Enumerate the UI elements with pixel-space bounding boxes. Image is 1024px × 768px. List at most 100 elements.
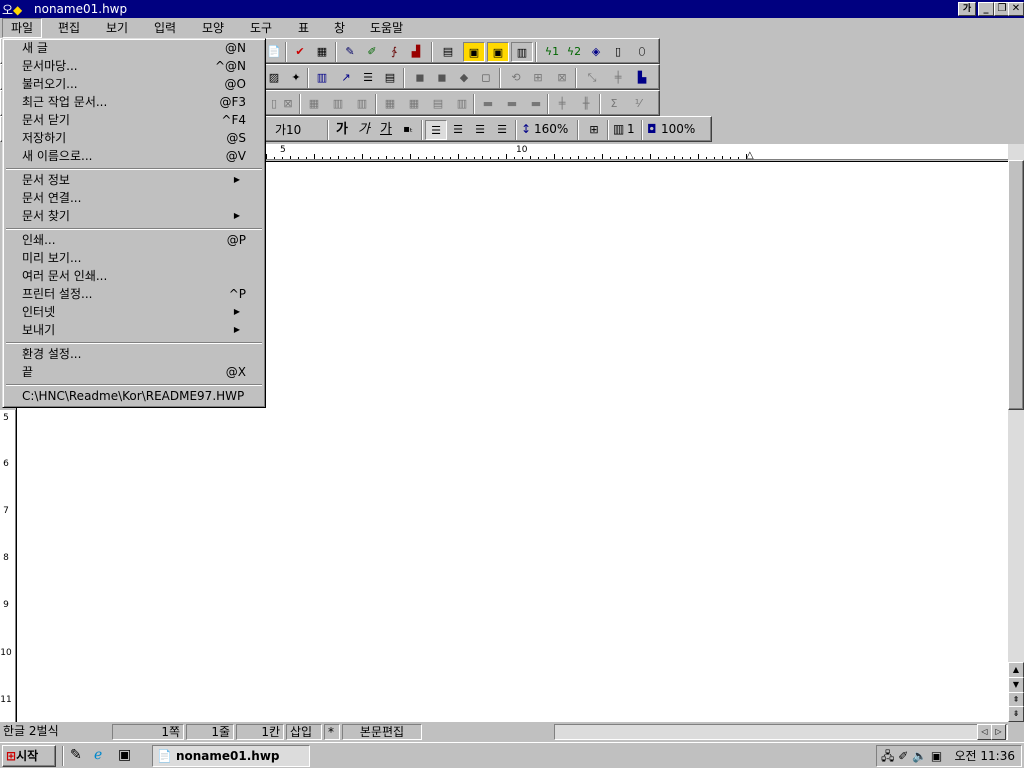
menu-item-new[interactable]: 새 글 @N bbox=[6, 39, 262, 57]
macro1-icon[interactable]: ϟ1 bbox=[541, 42, 563, 62]
ungroup-icon[interactable]: ⊠ bbox=[551, 68, 573, 88]
ime-mode[interactable]: 한글 2벌식 bbox=[0, 724, 110, 740]
row-insert-icon[interactable]: ▥ bbox=[327, 94, 349, 114]
align-left-icon[interactable]: ☰ bbox=[447, 120, 469, 140]
volume-icon[interactable]: 🔈 bbox=[912, 749, 927, 763]
menu-item-print[interactable]: 인쇄... @P bbox=[6, 231, 262, 249]
superscript-icon[interactable]: ▪ₜ bbox=[397, 120, 419, 140]
page-down-button[interactable]: ⇟ bbox=[1008, 706, 1024, 722]
spellcheck-icon[interactable]: ✔ bbox=[289, 42, 311, 62]
italic-button[interactable]: 가 bbox=[353, 120, 375, 140]
menu-item-exit[interactable]: 끝 @X bbox=[6, 363, 262, 381]
app-icon[interactable]: 오◆ bbox=[2, 1, 30, 17]
table-split-icon[interactable]: ▦ bbox=[379, 94, 401, 114]
menu-item-preview[interactable]: 미리 보기... bbox=[6, 249, 262, 267]
menu-item-recent-file[interactable]: C:\HNC\Readme\Kor\README97.HWP bbox=[6, 387, 262, 405]
table-col2-icon[interactable]: ▥ bbox=[451, 94, 473, 114]
menu-edit[interactable]: 편집 bbox=[50, 18, 88, 38]
menu-item-printer-setup[interactable]: 프린터 설정... ^P bbox=[6, 285, 262, 303]
horizontal-ruler[interactable]: 5 10 △ bbox=[266, 144, 1010, 161]
menu-item-internet[interactable]: 인터넷 ▶ bbox=[6, 303, 262, 321]
table-col-icon[interactable]: ▤ bbox=[427, 94, 449, 114]
vertical-scrollbar[interactable]: ▲ ▼ ⇞ ⇟ bbox=[1008, 144, 1024, 722]
align-justify-icon[interactable]: ☰ bbox=[425, 120, 447, 140]
menu-item-save-as[interactable]: 새 이름으로... @V bbox=[6, 147, 262, 165]
line-draw-icon[interactable]: ↗ bbox=[335, 68, 357, 88]
table-border1-icon[interactable]: ▬ bbox=[477, 94, 499, 114]
group-icon[interactable]: ⊞ bbox=[527, 68, 549, 88]
star-icon[interactable]: ✦ bbox=[285, 68, 307, 88]
line-spacing-value[interactable]: 160% bbox=[534, 122, 568, 136]
dictionary-icon[interactable]: ▦ bbox=[311, 42, 333, 62]
macro2-icon[interactable]: ϟ2 bbox=[563, 42, 585, 62]
align-icon[interactable]: ╪ bbox=[607, 68, 629, 88]
ie-icon[interactable]: ℯ bbox=[94, 747, 102, 763]
scroll-thumb[interactable] bbox=[1008, 160, 1024, 410]
outline-icon[interactable]: ▣ bbox=[487, 42, 509, 62]
edit-image-icon[interactable]: ⤡ bbox=[581, 68, 603, 88]
list-icon[interactable]: ▤ bbox=[379, 68, 401, 88]
globe-icon[interactable]: ◈ bbox=[585, 42, 607, 62]
horizontal-scrollbar[interactable]: ◁ ▷ bbox=[554, 724, 1008, 740]
underline-button[interactable]: 가 bbox=[375, 120, 397, 140]
formula-icon[interactable]: ∱ bbox=[383, 42, 405, 62]
menu-item-send[interactable]: 보내기 ▶ bbox=[6, 321, 262, 339]
view-icon[interactable]: ▥ bbox=[511, 42, 533, 62]
menu-table[interactable]: 표 bbox=[290, 18, 317, 38]
page-setup-icon[interactable]: ▤ bbox=[437, 42, 459, 62]
network-icon[interactable]: 🖧 bbox=[881, 749, 894, 763]
scroll-left-button[interactable]: ◁ bbox=[977, 724, 992, 740]
bold-button[interactable]: 가 bbox=[331, 120, 353, 140]
formula-calc-icon[interactable]: ⅟ bbox=[627, 94, 649, 114]
monitor-icon[interactable]: ▣ bbox=[931, 749, 942, 763]
menu-item-templates[interactable]: 문서마당... ^@N bbox=[6, 57, 262, 75]
menu-item-save[interactable]: 저장하기 @S bbox=[6, 129, 262, 147]
taskbar-task[interactable]: 📄 noname01.hwp bbox=[152, 745, 310, 767]
rotate-icon[interactable]: ⟲ bbox=[505, 68, 527, 88]
shape3-icon[interactable]: ◆ bbox=[453, 68, 475, 88]
menu-file[interactable]: 파일 bbox=[2, 18, 43, 38]
menu-insert[interactable]: 입력 bbox=[146, 18, 184, 38]
pencil-icon[interactable]: ✐ bbox=[361, 42, 383, 62]
menu-item-recent[interactable]: 최근 작업 문서... @F3 bbox=[6, 93, 262, 111]
minimize-button[interactable]: _ bbox=[978, 2, 994, 16]
menu-help[interactable]: 도움말 bbox=[362, 18, 411, 38]
shape4-icon[interactable]: ◻ bbox=[475, 68, 497, 88]
table-height-icon[interactable]: ╪ bbox=[551, 94, 573, 114]
zoom-value[interactable]: 100% bbox=[661, 122, 695, 136]
menu-view[interactable]: 보기 bbox=[98, 18, 136, 38]
shape1-icon[interactable]: ◼ bbox=[409, 68, 431, 88]
table-border3-icon[interactable]: ▬ bbox=[525, 94, 547, 114]
menu-item-doc-info[interactable]: 문서 정보 ▶ bbox=[6, 171, 262, 189]
columns-icon[interactable]: ▥ bbox=[311, 68, 333, 88]
pen-icon[interactable]: ✐ bbox=[898, 749, 908, 763]
table-row-icon[interactable]: ▦ bbox=[303, 94, 325, 114]
table-border2-icon[interactable]: ▬ bbox=[501, 94, 523, 114]
menu-window[interactable]: 창 bbox=[326, 18, 353, 38]
scroll-up-button[interactable]: ▲ bbox=[1008, 662, 1024, 678]
table-merge-icon[interactable]: ▦ bbox=[403, 94, 425, 114]
insert-mode[interactable]: 삽입 bbox=[286, 724, 322, 740]
desktop-icon[interactable]: ▣ bbox=[118, 747, 131, 763]
menu-item-doc-find[interactable]: 문서 찾기 ▶ bbox=[6, 207, 262, 225]
menu-format[interactable]: 모양 bbox=[194, 18, 232, 38]
frame-icon[interactable]: ▨ bbox=[263, 68, 285, 88]
start-button[interactable]: ⊞시작 bbox=[2, 745, 56, 767]
font-size-field[interactable]: 가10 bbox=[275, 121, 301, 138]
cell-delete-icon[interactable]: ⊠ bbox=[277, 94, 299, 114]
note-icon[interactable]: ▯ bbox=[607, 42, 629, 62]
table-grid-icon[interactable]: ⊞ bbox=[583, 120, 605, 140]
quick-launch-icon[interactable]: ✎ bbox=[70, 747, 82, 763]
menu-item-preferences[interactable]: 환경 설정... bbox=[6, 345, 262, 363]
lines-icon[interactable]: ☰ bbox=[357, 68, 379, 88]
scroll-right-button[interactable]: ▷ bbox=[991, 724, 1006, 740]
chart2-icon[interactable]: ▙ bbox=[631, 68, 653, 88]
eraser-icon[interactable]: ⬯ bbox=[631, 42, 653, 62]
align-right-icon[interactable]: ☰ bbox=[491, 120, 513, 140]
columns-value[interactable]: 1 bbox=[627, 122, 635, 136]
menu-item-doc-link[interactable]: 문서 연결... bbox=[6, 189, 262, 207]
document-icon[interactable]: 📄 bbox=[263, 42, 285, 62]
style-icon[interactable]: ▣ bbox=[463, 42, 485, 62]
clock[interactable]: 오전 11:36 bbox=[955, 746, 1015, 766]
row-delete-icon[interactable]: ▥ bbox=[351, 94, 373, 114]
